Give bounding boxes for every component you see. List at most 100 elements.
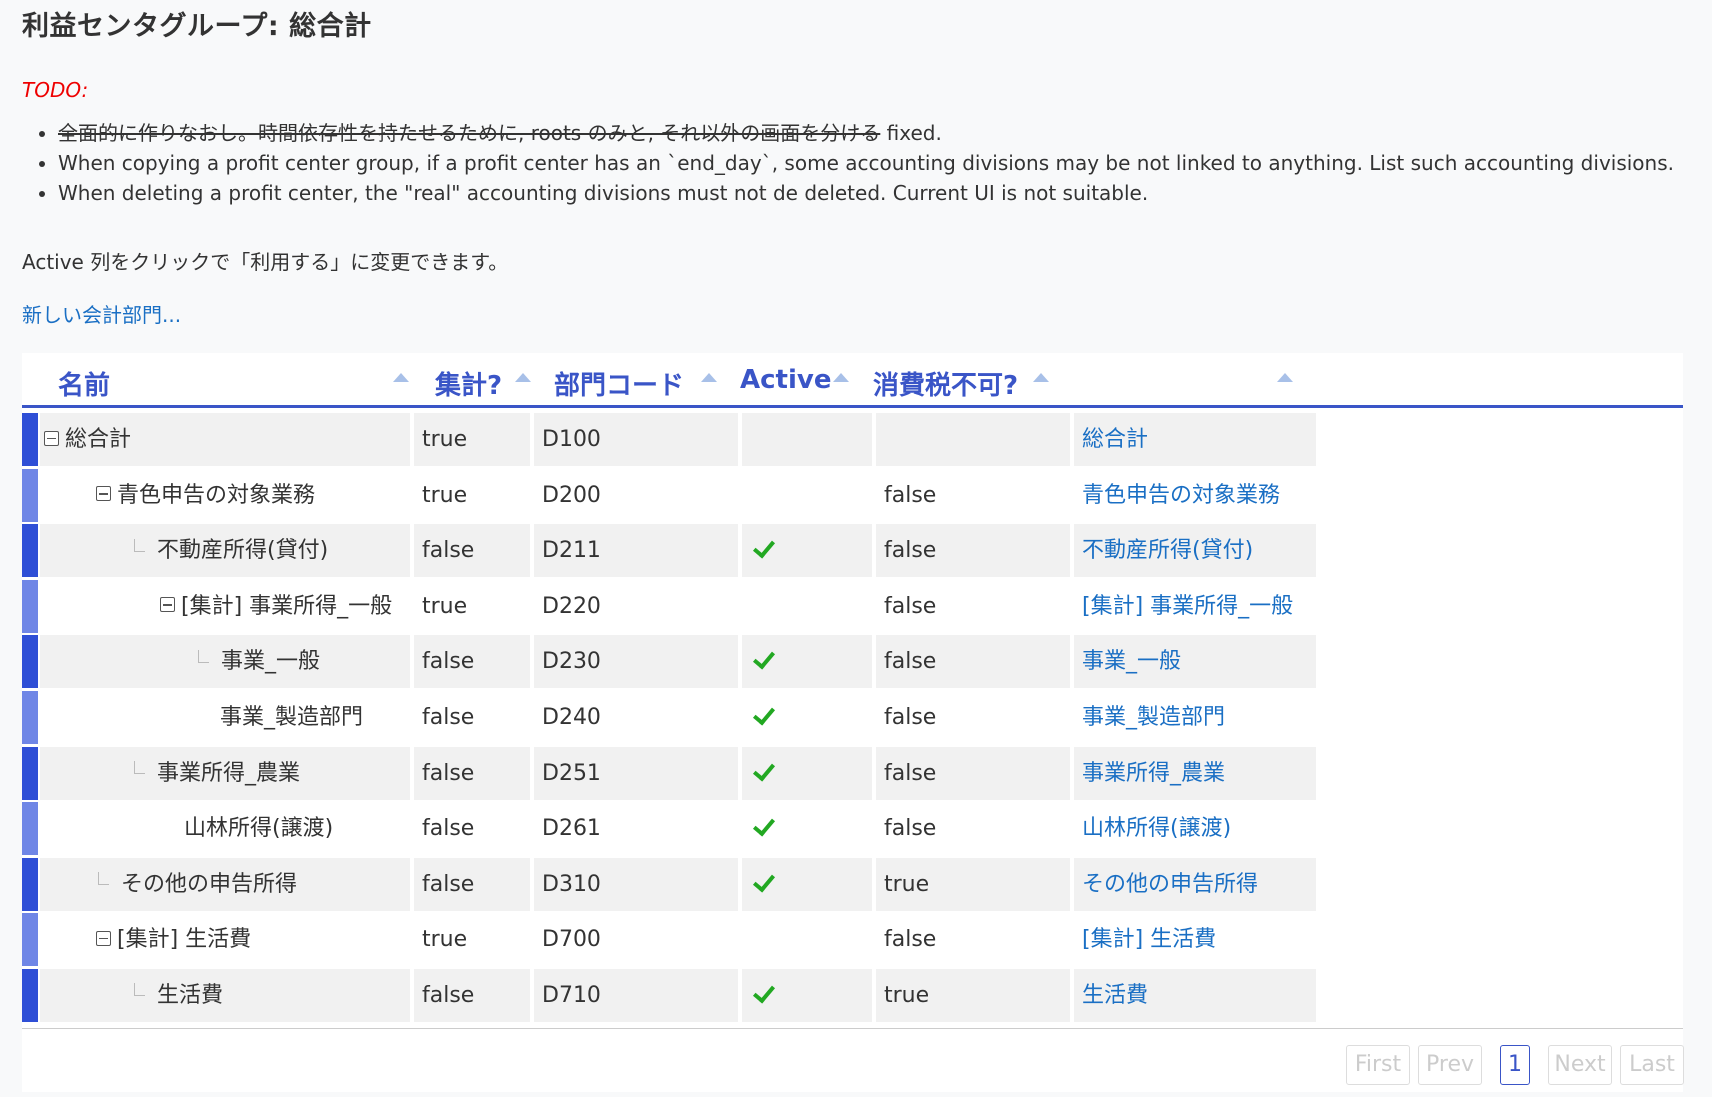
current-page-button[interactable]: 1 [1500, 1045, 1530, 1085]
tax-cell: false [876, 468, 1070, 522]
check-icon [752, 980, 776, 1004]
division-link[interactable]: 事業所得_農業 [1074, 746, 1316, 800]
collapse-icon[interactable] [96, 930, 111, 946]
sort-link-icon[interactable] [1277, 373, 1293, 382]
active-cell[interactable] [742, 857, 872, 911]
active-cell[interactable] [742, 746, 872, 800]
check-icon [752, 813, 776, 837]
collapse-icon[interactable] [96, 486, 111, 502]
table-row[interactable]: 不動産所得(貸付) false D211 false 不動産所得(貸付) [22, 524, 1316, 578]
check-icon [752, 869, 776, 893]
tax-cell: false [876, 746, 1070, 800]
check-icon [752, 702, 776, 726]
tax-cell: false [876, 635, 1070, 689]
tree-connector-icon [198, 649, 209, 663]
column-header-sum[interactable]: 集計? [435, 365, 502, 402]
active-cell[interactable] [742, 802, 872, 856]
division-link[interactable]: 不動産所得(貸付) [1074, 524, 1316, 578]
column-header-code[interactable]: 部門コード [554, 365, 684, 402]
sum-cell: false [414, 746, 530, 800]
active-cell[interactable] [742, 690, 872, 744]
table-row[interactable]: 生活費 false D710 true 生活費 [22, 968, 1316, 1022]
active-hint: Active 列をクリックで「利用する」に変更できます。 [22, 250, 509, 274]
division-link[interactable]: 事業_製造部門 [1074, 690, 1316, 744]
column-header-tax[interactable]: 消費税不可? [873, 365, 1018, 402]
division-link[interactable]: 山林所得(譲渡) [1074, 802, 1316, 856]
sort-name-icon[interactable] [393, 373, 409, 382]
division-name: 青色申告の対象業務 [117, 482, 316, 508]
name-cell: 山林所得(譲渡) [40, 802, 410, 856]
division-name: 総合計 [65, 427, 132, 452]
division-name: 生活費 [157, 982, 224, 1008]
row-level-bar [22, 579, 38, 633]
collapse-icon[interactable] [44, 430, 59, 446]
division-link[interactable]: その他の申告所得 [1074, 857, 1316, 911]
prev-page-button[interactable]: Prev [1418, 1045, 1482, 1085]
new-division-link[interactable]: 新しい会計部門... [22, 299, 181, 328]
sort-tax-icon[interactable] [1033, 373, 1049, 382]
sum-cell: true [414, 579, 530, 633]
active-cell[interactable] [742, 635, 872, 689]
table-row[interactable]: 山林所得(譲渡) false D261 false 山林所得(譲渡) [22, 802, 1316, 856]
division-link[interactable]: 青色申告の対象業務 [1074, 468, 1316, 522]
todo-item-text: When deleting a profit center, the "real… [58, 181, 1149, 205]
active-cell[interactable] [742, 413, 872, 466]
code-cell: D261 [534, 802, 738, 856]
active-cell[interactable] [742, 468, 872, 522]
row-level-bar [22, 690, 38, 744]
sort-sum-icon[interactable] [515, 373, 531, 382]
table-row[interactable]: その他の申告所得 false D310 true その他の申告所得 [22, 857, 1316, 911]
table-row[interactable]: 事業所得_農業 false D251 false 事業所得_農業 [22, 746, 1316, 800]
active-cell[interactable] [742, 579, 872, 633]
sum-cell: false [414, 857, 530, 911]
division-link[interactable]: 事業_一般 [1074, 635, 1316, 689]
first-page-button[interactable]: First [1346, 1045, 1410, 1085]
check-icon [752, 758, 776, 782]
column-header-active[interactable]: Active [740, 365, 831, 395]
table-row[interactable]: [集計] 事業所得_一般 true D220 false [集計] 事業所得_一… [22, 579, 1316, 633]
active-cell[interactable] [742, 524, 872, 578]
table-row[interactable]: [集計] 生活費 true D700 false [集計] 生活費 [22, 913, 1316, 967]
table-row[interactable]: 事業_一般 false D230 false 事業_一般 [22, 635, 1316, 689]
code-cell: D710 [534, 968, 738, 1022]
code-cell: D700 [534, 913, 738, 967]
division-link[interactable]: [集計] 生活費 [1074, 913, 1316, 967]
row-level-bar [22, 746, 38, 800]
name-cell: 不動産所得(貸付) [40, 524, 410, 578]
code-cell: D240 [534, 690, 738, 744]
division-link[interactable]: 総合計 [1074, 413, 1316, 466]
last-page-button[interactable]: Last [1620, 1045, 1684, 1085]
name-cell: 事業所得_農業 [40, 746, 410, 800]
sum-cell: true [414, 468, 530, 522]
todo-item: When deleting a profit center, the "real… [58, 178, 1674, 208]
active-cell[interactable] [742, 913, 872, 967]
name-cell: その他の申告所得 [40, 857, 410, 911]
next-page-button[interactable]: Next [1548, 1045, 1612, 1085]
tax-cell: true [876, 968, 1070, 1022]
sort-code-icon[interactable] [701, 373, 717, 382]
todo-item-strike: 全面的に作りなおし。時間依存性を持たせるために, roots のみと, それ以外… [58, 121, 881, 145]
active-cell[interactable] [742, 968, 872, 1022]
division-name: その他の申告所得 [121, 871, 298, 897]
tree-connector-icon [134, 538, 145, 552]
sum-cell: false [414, 690, 530, 744]
todo-item-text: When copying a profit center group, if a… [58, 151, 1674, 175]
table-row[interactable]: 事業_製造部門 false D240 false 事業_製造部門 [22, 690, 1316, 744]
row-level-bar [22, 913, 38, 967]
table-row[interactable]: 総合計 true D100 総合計 [22, 413, 1316, 466]
column-header-name[interactable]: 名前 [58, 365, 110, 402]
tax-cell [876, 413, 1070, 466]
division-link[interactable]: [集計] 事業所得_一般 [1074, 579, 1316, 633]
tax-cell: false [876, 524, 1070, 578]
sort-active-icon[interactable] [833, 373, 849, 382]
sum-cell: false [414, 635, 530, 689]
tree-connector-icon [134, 983, 145, 997]
collapse-icon[interactable] [160, 597, 175, 613]
table-row[interactable]: 青色申告の対象業務 true D200 false 青色申告の対象業務 [22, 468, 1316, 522]
division-link[interactable]: 生活費 [1074, 968, 1316, 1022]
code-cell: D211 [534, 524, 738, 578]
division-name: 山林所得(譲渡) [184, 816, 334, 842]
division-name: [集計] 事業所得_一般 [181, 593, 393, 619]
sum-cell: true [414, 413, 530, 466]
tax-cell: false [876, 913, 1070, 967]
